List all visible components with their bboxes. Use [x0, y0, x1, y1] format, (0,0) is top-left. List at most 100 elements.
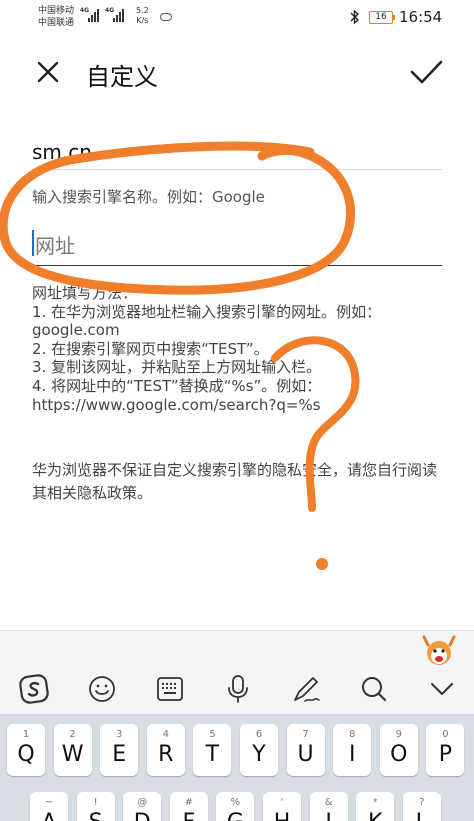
key-s[interactable]: !S — [76, 792, 115, 821]
url-instructions: 网址填写方法： 1. 在华为浏览器地址栏输入搜索引擎的网址。例如： google… — [32, 284, 442, 414]
key-a[interactable]: ~A — [30, 792, 68, 821]
key-label: J — [310, 810, 348, 821]
search-engine-url-input[interactable]: 网址 — [32, 222, 442, 266]
key-label: U — [297, 742, 314, 767]
key-o[interactable]: 9O — [379, 724, 418, 776]
keyboard-button[interactable] — [152, 671, 188, 707]
privacy-disclaimer: 华为浏览器不保证自定义搜索引擎的隐私安全，请您自行阅读其相关隐私政策。 — [32, 461, 438, 502]
checkmark-icon — [410, 60, 443, 84]
close-icon — [37, 61, 59, 83]
key-label: R — [158, 742, 174, 767]
hide-keyboard-button[interactable] — [424, 671, 460, 707]
key-label: O — [390, 742, 408, 767]
close-button[interactable] — [32, 56, 64, 88]
key-h[interactable]: 'H — [263, 792, 301, 821]
key-secondary-label: 2 — [69, 729, 76, 740]
signal-2-icon — [113, 8, 124, 22]
bluetooth-icon — [350, 9, 360, 29]
key-secondary-label: 9 — [395, 729, 402, 740]
key-label: T — [205, 742, 220, 767]
network-speed: 5.2 K/s — [136, 6, 149, 25]
chevron-down-icon — [431, 683, 453, 695]
key-label: K — [356, 810, 394, 821]
key-label: I — [348, 742, 356, 767]
key-k[interactable]: *K — [356, 792, 395, 821]
key-secondary-label: 4 — [162, 729, 169, 740]
keyboard-icon — [157, 677, 183, 701]
key-secondary-label: ! — [93, 797, 98, 808]
instruction-step-3: 3. 复制该网址，并粘贴至上方网址输入栏。 — [32, 358, 322, 377]
key-d[interactable]: @D — [123, 792, 162, 821]
keyboard-search-button[interactable] — [356, 671, 392, 707]
key-secondary-label: 0 — [442, 729, 449, 740]
voice-input-button[interactable] — [220, 671, 256, 707]
key-secondary-label: 5 — [209, 729, 216, 740]
key-secondary-label: & — [324, 797, 333, 808]
key-label: E — [112, 742, 127, 767]
key-g[interactable]: %G — [216, 792, 255, 821]
signal-1-icon — [88, 8, 99, 22]
keyboard-toolbar — [0, 630, 474, 714]
instruction-step-1-example: google.com — [32, 321, 120, 340]
search-icon — [362, 677, 387, 702]
key-label: Y — [252, 742, 266, 767]
key-secondary-label: 3 — [116, 729, 123, 740]
mascot-icon — [422, 635, 456, 665]
key-q[interactable]: 1Q — [7, 724, 45, 776]
search-engine-name-input[interactable]: sm.cn — [32, 128, 442, 170]
key-j[interactable]: &J — [309, 792, 348, 821]
key-e[interactable]: 3E — [100, 724, 139, 776]
key-u[interactable]: 7U — [286, 724, 325, 776]
key-label: G — [216, 810, 254, 821]
instructions-heading: 网址填写方法： — [32, 284, 138, 302]
page-title: 自定义 — [86, 63, 158, 91]
battery-indicator: 16 — [369, 11, 395, 24]
key-w[interactable]: 2W — [53, 724, 92, 776]
instruction-step-4: 4. 将网址中的“TEST”替换成“%s”。例如： — [32, 376, 322, 395]
carrier-names: 中国移动 中国联通 — [38, 5, 74, 29]
key-y[interactable]: 6Y — [240, 724, 278, 776]
key-secondary-label: ? — [419, 797, 425, 808]
key-secondary-label: # — [184, 797, 193, 808]
keyboard-keys: 1Q2W3E4R5T6Y7U8I9O0P ~A!S@D#F%G'H&J*K?L — [0, 714, 474, 821]
sogou-logo-icon — [19, 674, 49, 704]
key-f[interactable]: #F — [169, 792, 208, 821]
handwriting-icon — [294, 677, 320, 702]
key-secondary-label: * — [372, 797, 378, 808]
key-label: P — [438, 742, 453, 767]
key-label: H — [263, 810, 301, 821]
key-secondary-label: % — [230, 797, 241, 808]
instruction-step-2: 2. 在搜索引擎网页中搜索“TEST”。 — [32, 339, 269, 358]
emoji-button[interactable] — [84, 671, 120, 707]
microphone-icon — [228, 675, 248, 703]
text-cursor — [32, 230, 34, 256]
emoji-icon — [89, 676, 115, 702]
key-r[interactable]: 4R — [146, 724, 185, 776]
key-label: Q — [17, 742, 35, 767]
carrier-2: 中国联通 — [38, 18, 75, 28]
key-secondary-label: 8 — [349, 729, 356, 740]
handwriting-button[interactable] — [288, 671, 324, 707]
key-secondary-label: 7 — [302, 729, 309, 740]
instruction-step-4-example: https://www.google.com/search?q=%s — [32, 395, 321, 414]
key-label: F — [170, 810, 208, 821]
key-l[interactable]: ?L — [402, 792, 441, 821]
key-label: A — [30, 810, 68, 821]
notification-icon — [160, 13, 172, 21]
confirm-button[interactable] — [406, 53, 446, 91]
key-label: S — [77, 810, 115, 821]
status-bar: 中国移动 中国联通 4G 4G 5.2 K/s 16 16:54 — [0, 0, 474, 36]
key-t[interactable]: 5T — [193, 724, 232, 776]
key-i[interactable]: 8I — [333, 724, 372, 776]
key-secondary-label: ~ — [44, 797, 54, 808]
key-secondary-label: 6 — [255, 729, 263, 740]
key-secondary-label: ' — [280, 797, 284, 808]
key-secondary-label: @ — [137, 797, 148, 808]
instruction-step-1: 1. 在华为浏览器地址栏输入搜索引擎的网址。例如： — [32, 302, 382, 321]
key-p[interactable]: 0P — [426, 724, 465, 776]
key-label: W — [61, 742, 84, 767]
name-input-hint: 输入搜索引擎名称。例如：Google — [32, 188, 265, 206]
url-input-placeholder: 网址 — [35, 234, 75, 258]
sogou-logo-button[interactable] — [16, 671, 52, 707]
key-label: L — [403, 810, 441, 821]
